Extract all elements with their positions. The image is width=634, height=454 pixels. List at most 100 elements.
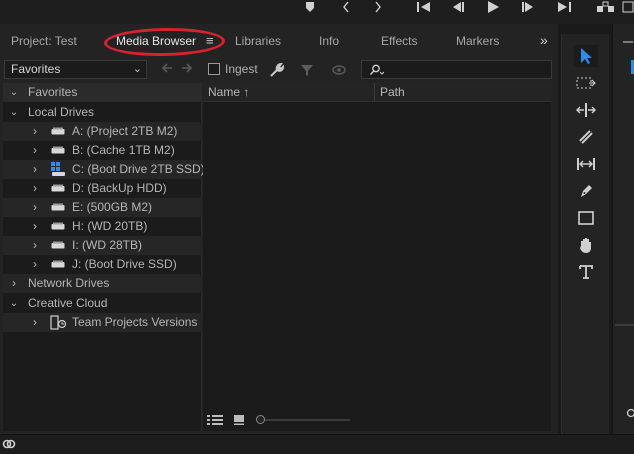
chevron-right-icon[interactable]: ›	[30, 160, 40, 179]
tree-team-projects[interactable]: › Team Projects Versions	[3, 313, 202, 332]
tree-drive-i[interactable]: › I: (WD 28TB)	[3, 236, 202, 255]
back-arrow-icon[interactable]	[160, 61, 174, 77]
tree-label: H: (WD 20TB)	[72, 219, 148, 233]
hand-tool-icon[interactable]	[574, 234, 598, 256]
sort-ascending-icon: ↑	[243, 85, 250, 99]
tools-panel	[561, 34, 609, 434]
mark-out-icon[interactable]	[372, 0, 384, 14]
chevron-down-icon[interactable]: ⌄	[9, 103, 19, 122]
search-input[interactable]	[388, 62, 548, 77]
chevron-right-icon[interactable]: ›	[30, 217, 40, 236]
tree-label: I: (WD 28TB)	[72, 238, 143, 252]
hard-drive-icon	[51, 203, 65, 211]
chevron-right-icon[interactable]: ›	[30, 313, 40, 332]
go-to-in-icon[interactable]	[416, 0, 432, 14]
overwrite-icon[interactable]	[622, 0, 634, 14]
razor-tool-icon[interactable]	[574, 126, 598, 148]
creative-cloud-icon[interactable]	[2, 438, 16, 450]
tree-local-drives[interactable]: ⌄ Local Drives	[3, 103, 202, 122]
column-name-label: Name	[208, 85, 241, 99]
ingest-label: Ingest	[225, 62, 258, 76]
step-forward-icon[interactable]	[520, 0, 536, 14]
tree-drive-c[interactable]: › C: (Boot Drive 2TB SSD)	[3, 160, 205, 179]
hard-drive-icon	[51, 184, 65, 192]
chevron-right-icon[interactable]: ›	[30, 141, 40, 160]
location-select[interactable]: Favorites ⌄	[4, 60, 147, 79]
hard-drive-icon	[51, 127, 65, 135]
view-eye-icon[interactable]	[331, 62, 347, 78]
file-list: Name ↑ Path	[203, 83, 551, 431]
status-bar	[0, 434, 634, 454]
tree-label: Team Projects Versions	[72, 315, 198, 329]
tree-label: A: (Project 2TB M2)	[72, 124, 178, 138]
tab-info[interactable]: Info	[319, 30, 339, 52]
tree-label: Network Drives	[28, 276, 110, 290]
filter-icon[interactable]	[299, 62, 315, 78]
list-view-icon[interactable]	[207, 414, 223, 426]
chevron-right-icon[interactable]: ›	[30, 255, 40, 274]
tab-project[interactable]: Project: Test	[11, 30, 77, 52]
chevron-down-icon[interactable]: ⌄	[9, 294, 19, 313]
ripple-edit-tool-icon[interactable]	[574, 99, 598, 121]
zoom-slider-track[interactable]	[264, 419, 350, 421]
hard-drive-icon	[51, 146, 65, 154]
adjacent-panel-edge	[612, 24, 634, 434]
hard-drive-icon	[51, 260, 65, 268]
step-back-icon[interactable]	[450, 0, 466, 14]
rectangle-tool-icon[interactable]	[574, 207, 598, 229]
mark-in-icon[interactable]	[340, 0, 352, 14]
transport-bar	[0, 0, 634, 24]
tree-drive-h[interactable]: › H: (WD 20TB)	[3, 217, 202, 236]
chevron-down-icon: ⌄	[132, 63, 142, 75]
zoom-slider-thumb[interactable]	[256, 415, 265, 424]
chevron-down-icon[interactable]: ⌄	[9, 83, 19, 102]
media-browser-panel: Project: Test Media Browser ≡ Libraries I…	[0, 24, 558, 434]
play-icon[interactable]	[485, 0, 501, 14]
tree-favorites[interactable]: ⌄ Favorites	[3, 83, 202, 102]
tab-media-browser[interactable]: Media Browser ≡	[116, 30, 214, 52]
slip-tool-icon[interactable]	[574, 153, 598, 175]
ingest-checkbox[interactable]	[208, 63, 220, 75]
list-header: Name ↑ Path	[203, 83, 551, 102]
type-tool-icon[interactable]	[574, 261, 598, 283]
panel-menu-icon[interactable]: ≡	[206, 30, 214, 52]
search-field[interactable]	[361, 60, 552, 79]
view-controls-bar	[0, 409, 558, 431]
tree-drive-e[interactable]: › E: (500GB M2)	[3, 198, 202, 217]
chevron-right-icon[interactable]: ›	[30, 179, 40, 198]
tab-markers[interactable]: Markers	[456, 30, 499, 52]
tree-label: Creative Cloud	[28, 296, 108, 310]
close-icon[interactable]	[621, 38, 633, 46]
column-header-name[interactable]: Name ↑	[208, 85, 249, 99]
tree-label: Local Drives	[28, 105, 95, 119]
team-projects-icon	[50, 315, 67, 330]
chevron-right-icon[interactable]: ›	[30, 236, 40, 255]
marker-icon[interactable]	[304, 0, 316, 14]
tab-libraries[interactable]: Libraries	[235, 30, 281, 52]
panel-tab-bar: Project: Test Media Browser ≡ Libraries I…	[0, 30, 558, 52]
tree-network-drives[interactable]: › Network Drives	[3, 274, 202, 293]
tree-drive-b[interactable]: › B: (Cache 1TB M2)	[3, 141, 202, 160]
chevron-right-icon[interactable]: ›	[30, 198, 40, 217]
go-to-out-icon[interactable]	[556, 0, 572, 14]
tree-drive-d[interactable]: › D: (BackUp HDD)	[3, 179, 202, 198]
tree-creative-cloud[interactable]: ⌄ Creative Cloud	[3, 294, 202, 313]
pen-tool-icon[interactable]	[574, 180, 598, 202]
hard-drive-icon	[51, 222, 65, 230]
tree-drive-j[interactable]: › J: (Boot Drive SSD)	[3, 255, 202, 274]
forward-arrow-icon[interactable]	[180, 61, 194, 77]
tab-effects[interactable]: Effects	[381, 30, 417, 52]
tree-drive-a[interactable]: › A: (Project 2TB M2)	[3, 122, 202, 141]
search-icon[interactable]	[626, 408, 634, 418]
selection-tool-icon[interactable]	[574, 45, 598, 67]
tree-label: B: (Cache 1TB M2)	[72, 143, 175, 157]
icon-view-icon[interactable]	[233, 414, 245, 426]
chevron-right-icon[interactable]: ›	[30, 122, 40, 141]
column-divider[interactable]	[374, 83, 375, 102]
chevron-right-icon[interactable]: ›	[9, 274, 19, 293]
insert-icon[interactable]	[596, 0, 616, 14]
tab-overflow-icon[interactable]: »	[540, 30, 554, 52]
column-header-path[interactable]: Path	[380, 85, 405, 99]
track-select-tool-icon[interactable]	[574, 72, 598, 94]
wrench-icon[interactable]	[268, 62, 285, 78]
